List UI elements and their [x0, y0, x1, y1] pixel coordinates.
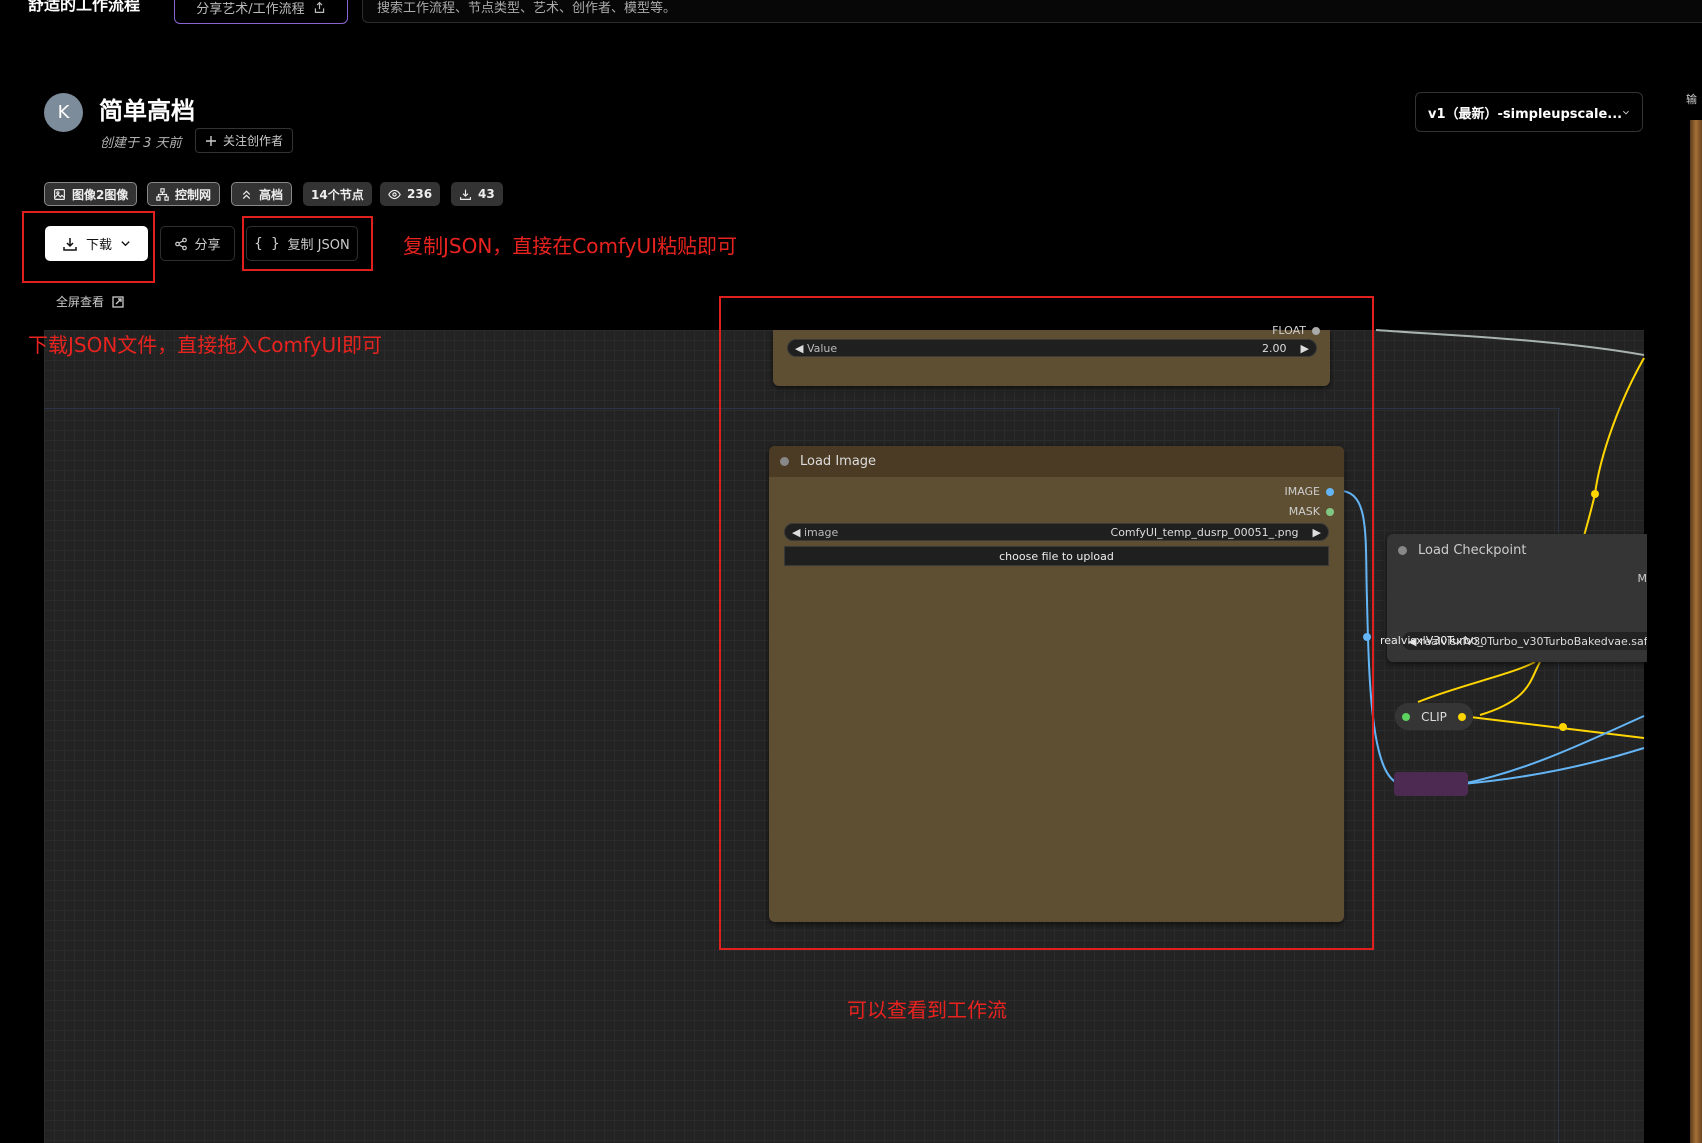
download-annotation: 下载JSON文件，直接拖入ComfyUI即可 [28, 333, 383, 357]
clip-output-socket[interactable] [1458, 712, 1466, 721]
clip-label: CLIP [1421, 709, 1447, 724]
checkpoint-overflow-text: realvisxlV30Turbo_ [1380, 634, 1483, 647]
right-edge-image [1690, 120, 1702, 1143]
download-highlight-box [22, 211, 155, 283]
copy-json-highlight-box [242, 216, 373, 271]
checkpoint-output-hint: M [1637, 572, 1648, 585]
clip-input-socket[interactable] [1402, 712, 1410, 721]
load-checkpoint-header[interactable]: Load Checkpoint [1387, 534, 1647, 566]
canvas-highlight-box [719, 296, 1374, 950]
reroute-node[interactable] [1394, 772, 1468, 796]
collapse-dot[interactable] [1398, 545, 1407, 555]
workflow-annotation: 可以查看到工作流 [847, 998, 1007, 1022]
load-checkpoint-title: Load Checkpoint [1418, 542, 1527, 558]
copy-json-annotation: 复制JSON，直接在ComfyUI粘贴即可 [403, 234, 738, 258]
clip-reroute-node[interactable]: CLIP [1395, 703, 1473, 730]
